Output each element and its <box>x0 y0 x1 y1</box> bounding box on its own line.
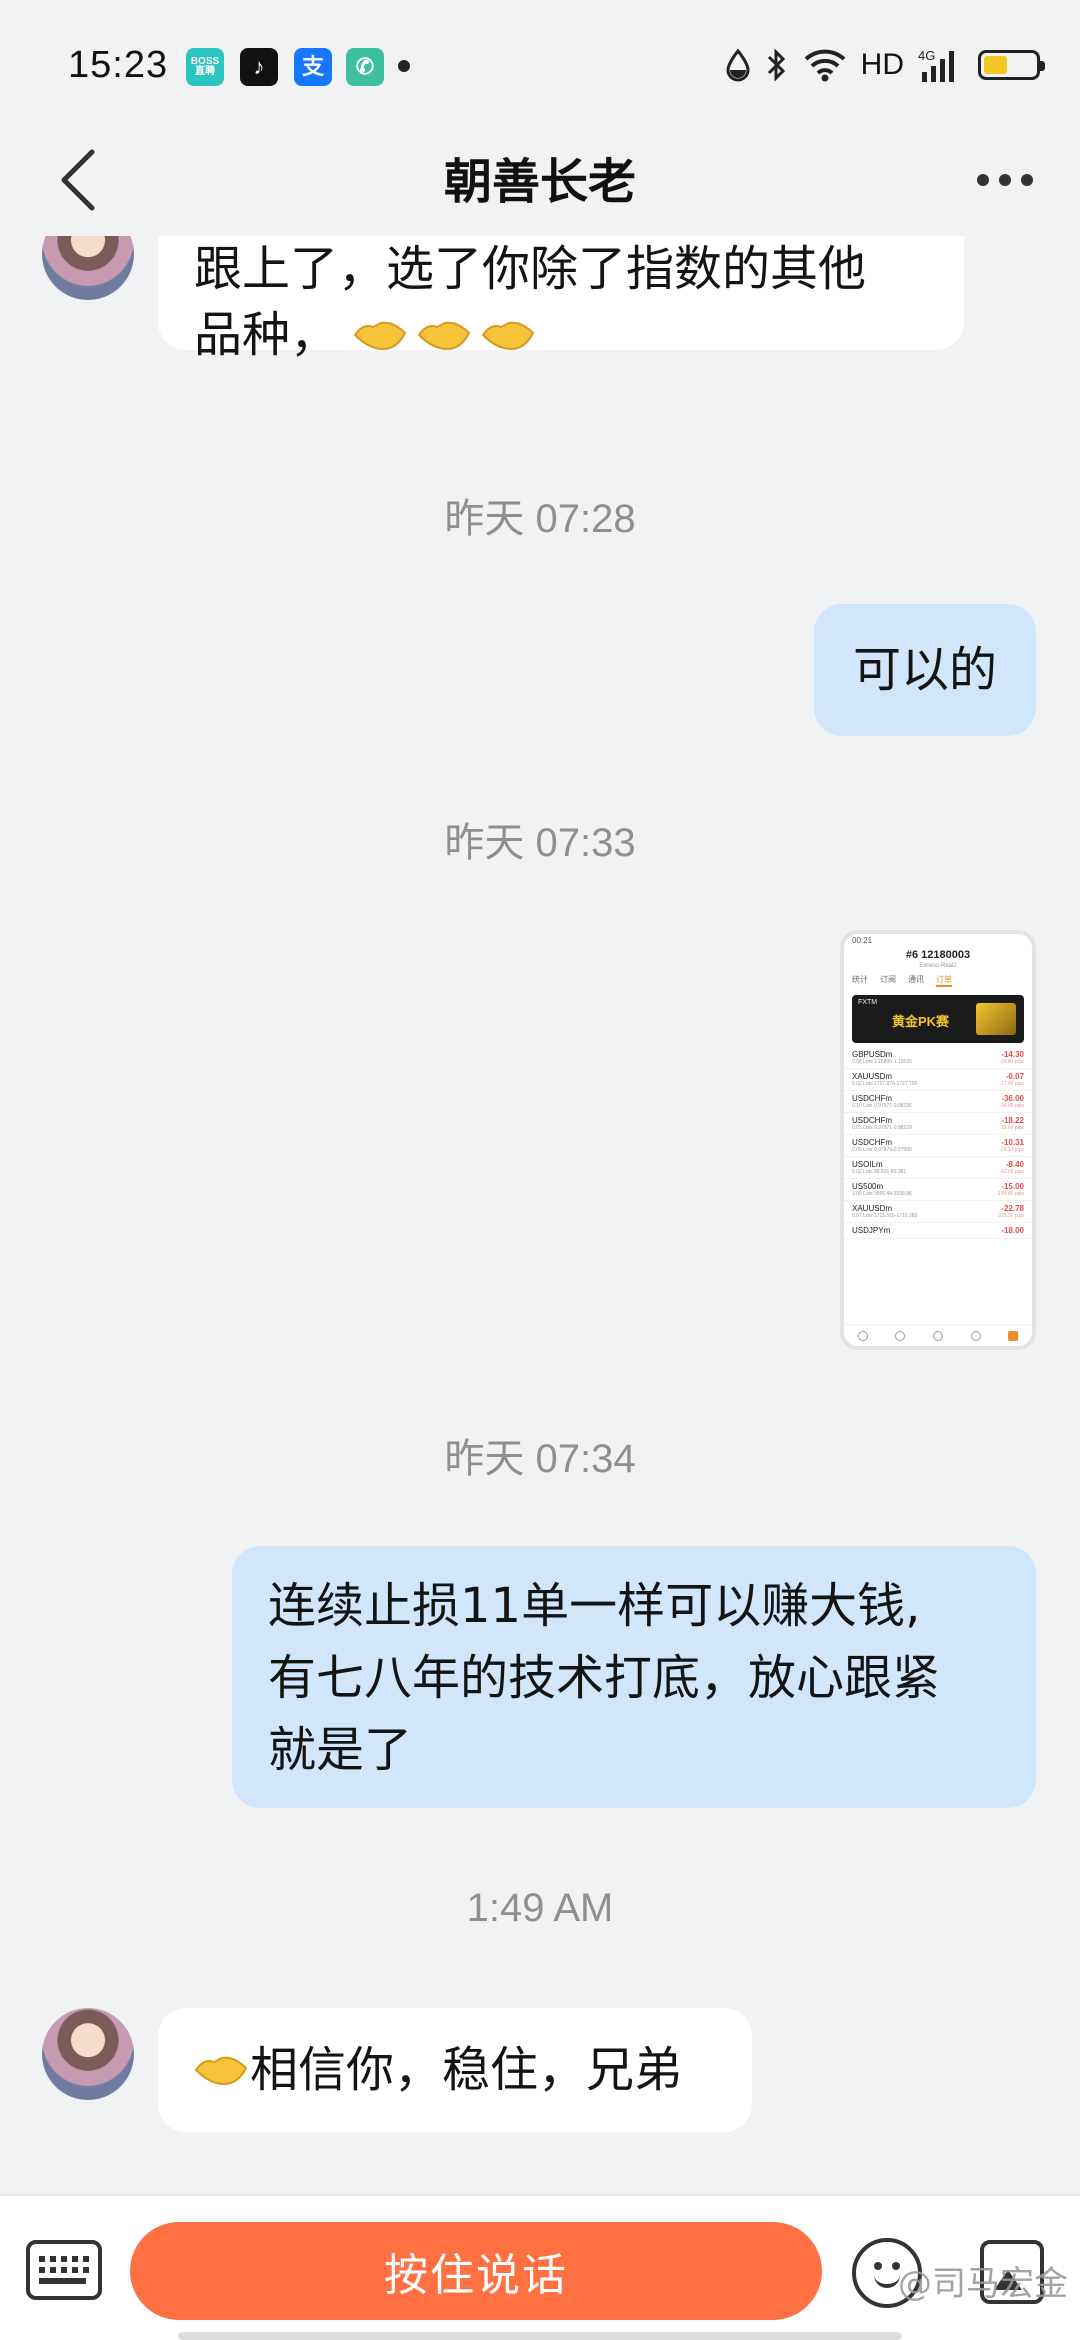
thumb-order-row: USOILm 0.02 Lots 88.831-89.361 -8.40 -42.00… <box>844 1157 1032 1179</box>
contact-avatar[interactable] <box>42 236 134 300</box>
svg-text:4G: 4G <box>918 48 935 63</box>
message-text-line: 连续止损11单一样可以赚大钱, <box>268 1578 921 1634</box>
thumb-tab: 统计 <box>852 975 868 984</box>
message-text: 相信你，稳住，兄弟 <box>250 2042 683 2098</box>
thumb-server: Exness-Real2 <box>919 963 957 969</box>
message-image-screenshot[interactable]: 00:21 #6 12180003 Exness-Real2 统计 订阅 通讯 … <box>840 930 1036 1350</box>
keyboard-icon <box>39 2256 89 2262</box>
thumb-banner-brand: FXTM <box>858 999 878 1006</box>
thumb-banner: FXTM 黄金PK赛 <box>852 995 1024 1043</box>
thumb-tab: 订阅 <box>880 975 896 984</box>
message-timestamp: 昨天 07:34 <box>444 1437 636 1481</box>
status-indicators: HD 4G <box>725 44 1045 86</box>
thumb-orders-icon <box>1008 1330 1019 1341</box>
signal-4g-icon: 4G <box>918 48 954 82</box>
thumb-order-list: GBPUSDm 0.06 Lots 1.15808-1.15630 -14.30 -3… <box>844 1047 1032 1239</box>
thumb-order-row: USDJPYm -18.00 <box>844 1223 1032 1239</box>
thumb-tabs: 统计 订阅 通讯 订单 <box>844 970 1032 991</box>
thumb-tab: 通讯 <box>908 975 924 984</box>
more-dot-icon <box>977 174 989 186</box>
thumb-home-icon <box>857 1330 868 1341</box>
message-bubble-outgoing[interactable]: 连续止损11单一样可以赚大钱, 有七八年的技术打底，放心跟紧 就是了 <box>232 1546 1036 1808</box>
thumb-tab-active: 订单 <box>936 974 952 987</box>
home-indicator[interactable] <box>178 2332 902 2340</box>
contact-avatar[interactable] <box>42 2008 134 2100</box>
thumb-banner-title: 黄金PK赛 <box>892 1014 950 1029</box>
alipay-app-icon: 支 <box>294 48 332 86</box>
battery-icon <box>978 50 1045 80</box>
message-timestamp: 1:49 AM <box>466 1886 614 1930</box>
gold-bars-icon <box>976 1003 1016 1035</box>
thumb-chat-icon <box>970 1330 981 1341</box>
more-options-button[interactable] <box>960 150 1050 210</box>
hd-indicator: HD <box>860 48 904 81</box>
thumb-order-row: USDCHFm 0.10 Lots 0.97877-0.98236 -36.00 -3… <box>844 1091 1032 1113</box>
bluetooth-icon <box>767 48 785 82</box>
message-bubble-incoming[interactable]: 跟上了，选了你除了指数的其他 品种， <box>158 236 964 363</box>
thumb-order-row: XAUUSDm 0.02 Lots 1727.879-1727.705 -0.07-… <box>844 1069 1032 1091</box>
message-timestamp: 昨天 07:28 <box>444 497 636 541</box>
message-text-line2: 品种， <box>194 302 928 368</box>
message-text-line: 就是了 <box>268 1722 413 1778</box>
thumb-order-row: USDCHFm 0.05 Lots 0.97871-0.98229 -18.22 -3… <box>844 1113 1032 1135</box>
more-dot-icon <box>1021 174 1033 186</box>
thumb-order-row: XAUUSDm 0.07 Lots 1715.565-1716.283 -22.78… <box>844 1201 1032 1223</box>
phone-app-icon: ✆ <box>346 48 384 86</box>
more-dot-icon <box>999 174 1011 186</box>
thumb-history-icon <box>932 1330 943 1341</box>
thumb-account: #6 12180003 <box>905 949 971 961</box>
douyin-app-icon: ♪ <box>240 48 278 86</box>
message-text-line: 有七八年的技术打底，放心跟紧 <box>268 1650 941 1706</box>
hold-to-talk-button[interactable]: 按住说话 <box>130 2222 822 2320</box>
keyboard-toggle-button[interactable] <box>26 2240 102 2300</box>
message-text: 跟上了，选了你除了指数的其他 <box>194 241 867 297</box>
handshake-emoji-icon <box>353 307 545 363</box>
notification-dot <box>398 60 410 72</box>
message-timestamp: 昨天 07:33 <box>444 821 636 865</box>
chat-area[interactable]: 跟上了，选了你除了指数的其他 品种， 昨天 07:28 可以的 昨天 07:33… <box>0 236 1080 2194</box>
message-bubble-outgoing[interactable]: 可以的 <box>814 604 1036 736</box>
thumb-order-row: USDCHFm 0.05 Lots 0.97879-0.97990 -10.31 -1… <box>844 1135 1032 1157</box>
contact-name: 朝善长老 <box>443 154 636 210</box>
thumb-market-icon <box>895 1330 906 1341</box>
wifi-icon <box>804 49 846 82</box>
message-bubble-incoming[interactable]: 相信你，稳住，兄弟 <box>158 2008 752 2132</box>
status-bar: 15:23 BOSS 直聘 ♪ 支 ✆ HD 4G <box>0 0 1080 130</box>
data-saver-icon <box>726 48 750 82</box>
thumb-order-row: US500m 1.00 Lots 3956.44-3938.86 -15.00 -15… <box>844 1179 1032 1201</box>
thumb-bottom-nav <box>844 1324 1032 1346</box>
thumb-time: 00:21 <box>852 936 873 945</box>
input-bar: 按住说话 @司马宏金 <box>0 2194 1080 2340</box>
thumb-order-row: GBPUSDm 0.06 Lots 1.15808-1.15630 -14.30 -3… <box>844 1047 1032 1069</box>
chat-header: 朝善长老 <box>0 130 1080 240</box>
smiley-icon <box>874 2274 900 2288</box>
handshake-emoji-icon <box>194 2042 250 2098</box>
status-time: 15:23 <box>68 44 169 86</box>
boss-app-icon: BOSS 直聘 <box>186 48 224 86</box>
watermark-text: @司马宏金 <box>898 2264 1068 2304</box>
